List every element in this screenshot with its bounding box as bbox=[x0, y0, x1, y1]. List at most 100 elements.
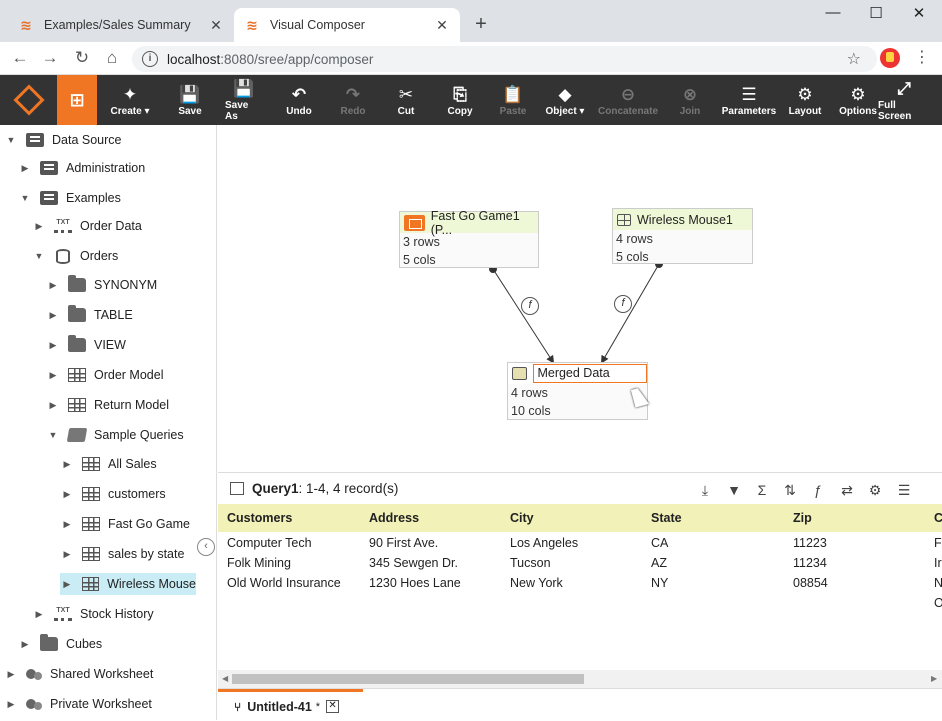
browser-menu-icon[interactable]: ⋮ bbox=[912, 47, 932, 67]
tree-item-view[interactable]: ▶VIEW bbox=[46, 334, 196, 356]
new-tab-button[interactable]: + bbox=[470, 13, 492, 36]
expanded-arrow-icon[interactable]: ▼ bbox=[46, 430, 60, 440]
close-tab-icon[interactable]: ✕ bbox=[208, 17, 224, 34]
join-button[interactable]: ⊗Join bbox=[675, 75, 705, 125]
node-merged-data[interactable]: Merged Data 4 rows 10 cols bbox=[507, 362, 648, 420]
tree-item-fast-go-game[interactable]: ▶Fast Go Game bbox=[60, 513, 196, 535]
parameters-button[interactable]: ☰Parameters bbox=[722, 75, 776, 125]
back-icon[interactable]: ← bbox=[8, 47, 32, 69]
worksheet-canvas[interactable]: Fast Go Game1 (P... 3 rows 5 cols Wirele… bbox=[218, 125, 942, 472]
scroll-right-icon[interactable]: ▶ bbox=[931, 674, 937, 683]
tree-item-synonym[interactable]: ▶SYNONYM bbox=[46, 274, 196, 296]
paste-button[interactable]: 📋Paste bbox=[500, 75, 526, 125]
copy-button[interactable]: ⎘Copy bbox=[447, 75, 473, 125]
table-row[interactable]: Old World Insurance1230 Hoes LaneNew Yor… bbox=[218, 573, 942, 593]
swap-icon[interactable]: ⇄ bbox=[838, 481, 856, 499]
column-header[interactable]: Address bbox=[369, 504, 419, 532]
undo-button[interactable]: ↶Undo bbox=[285, 75, 313, 125]
node-fast-go-game[interactable]: Fast Go Game1 (P... 3 rows 5 cols bbox=[399, 211, 539, 268]
tree-item-examples[interactable]: ▼Examples bbox=[18, 187, 196, 209]
collapsed-arrow-icon[interactable]: ▶ bbox=[60, 489, 74, 500]
options-button[interactable]: ⚙Options bbox=[840, 75, 876, 125]
collapsed-arrow-icon[interactable]: ▶ bbox=[60, 459, 74, 470]
collapsed-arrow-icon[interactable]: ▶ bbox=[32, 221, 46, 232]
tree-item-customers[interactable]: ▶customers bbox=[60, 483, 196, 505]
horizontal-scrollbar[interactable]: ◀ ▶ bbox=[218, 670, 942, 688]
worksheet-mode-icon[interactable]: ⊞ bbox=[57, 75, 97, 125]
url-field[interactable]: i localhost:8080/sree/app/composer ☆ bbox=[132, 46, 877, 72]
layout-button[interactable]: ⚙Layout bbox=[788, 75, 822, 125]
tree-item-data-source[interactable]: ▼Data Source bbox=[4, 129, 196, 151]
function-connector-icon[interactable]: f bbox=[521, 297, 539, 315]
tree-item-shared-worksheet[interactable]: ▶Shared Worksheet bbox=[4, 663, 196, 685]
tree-item-table[interactable]: ▶TABLE bbox=[46, 304, 196, 326]
browser-tab-sales-summary[interactable]: ≋ Examples/Sales Summary ✕ bbox=[8, 8, 234, 42]
group-icon[interactable]: ⚙ bbox=[866, 481, 884, 499]
concatenate-button[interactable]: ⊖Concatenate bbox=[598, 75, 658, 125]
tree-item-order-model[interactable]: ▶Order Model bbox=[46, 364, 196, 386]
tree-item-all-sales[interactable]: ▶All Sales bbox=[60, 453, 196, 475]
collapsed-arrow-icon[interactable]: ▶ bbox=[46, 340, 60, 351]
collapsed-arrow-icon[interactable]: ▶ bbox=[4, 699, 18, 710]
function-connector-icon[interactable]: f bbox=[614, 295, 632, 313]
collapsed-arrow-icon[interactable]: ▶ bbox=[60, 549, 74, 560]
save-as-button[interactable]: 💾Save As bbox=[225, 75, 263, 125]
tree-item-wireless-mouse[interactable]: ▶Wireless Mouse bbox=[60, 573, 196, 595]
tree-item-return-model[interactable]: ▶Return Model bbox=[46, 394, 196, 416]
tree-item-sales-by-state[interactable]: ▶sales by state bbox=[60, 543, 196, 565]
node-wireless-mouse[interactable]: Wireless Mouse1 4 rows 5 cols bbox=[612, 208, 753, 264]
object-button[interactable]: ◆Object ▾ bbox=[543, 75, 587, 125]
collapsed-arrow-icon[interactable]: ▶ bbox=[46, 310, 60, 321]
column-header[interactable]: Customers bbox=[227, 504, 292, 532]
tree-item-orders[interactable]: ▼Orders bbox=[32, 245, 196, 267]
sort-icon[interactable]: ⇅ bbox=[781, 481, 799, 499]
scrollbar-thumb[interactable] bbox=[232, 674, 584, 684]
save-button[interactable]: 💾Save bbox=[178, 75, 202, 125]
expanded-arrow-icon[interactable]: ▼ bbox=[32, 251, 46, 261]
column-header[interactable]: Zip bbox=[793, 504, 812, 532]
close-window-icon[interactable]: ✕ bbox=[896, 4, 942, 26]
column-header[interactable]: State bbox=[651, 504, 682, 532]
tree-item-administration[interactable]: ▶Administration bbox=[18, 157, 196, 179]
column-header[interactable]: C bbox=[934, 504, 942, 532]
full-screen-button[interactable]: ⤢Full Screen bbox=[878, 75, 930, 125]
table-row[interactable]: Folk Mining345 Sewgen Dr.TucsonAZ11234Ir bbox=[218, 553, 942, 573]
column-header[interactable]: City bbox=[510, 504, 534, 532]
redo-button[interactable]: ↷Redo bbox=[340, 75, 366, 125]
browser-tab-visual-composer[interactable]: ≋ Visual Composer ✕ bbox=[234, 8, 460, 42]
collapsed-arrow-icon[interactable]: ▶ bbox=[60, 519, 74, 530]
tree-item-stock-history[interactable]: ▶TXTStock History bbox=[32, 603, 196, 625]
table-row[interactable]: Computer Tech90 First Ave.Los AngelesCA1… bbox=[218, 533, 942, 553]
reload-icon[interactable]: ↻ bbox=[70, 47, 94, 69]
collapsed-arrow-icon[interactable]: ▶ bbox=[4, 669, 18, 680]
collapsed-arrow-icon[interactable]: ▶ bbox=[46, 400, 60, 411]
home-icon[interactable]: ⌂ bbox=[100, 47, 124, 69]
node-name-input[interactable]: Merged Data bbox=[533, 364, 647, 383]
maximize-icon[interactable]: ☐ bbox=[853, 4, 899, 26]
collapsed-arrow-icon[interactable]: ▶ bbox=[18, 163, 32, 174]
extension-icon[interactable] bbox=[880, 48, 900, 68]
collapsed-arrow-icon[interactable]: ▶ bbox=[32, 609, 46, 620]
table-row[interactable]: O bbox=[218, 593, 942, 613]
minimize-icon[interactable]: — bbox=[810, 4, 856, 26]
collapsed-arrow-icon[interactable]: ▶ bbox=[60, 579, 74, 590]
results-grid[interactable]: Customers Address City State Zip C Computer T… bbox=[218, 504, 942, 670]
collapsed-arrow-icon[interactable]: ▶ bbox=[46, 280, 60, 291]
site-info-icon[interactable]: i bbox=[142, 51, 158, 67]
sum-icon[interactable]: Σ bbox=[753, 481, 771, 499]
forward-icon[interactable]: → bbox=[38, 47, 62, 69]
collapsed-arrow-icon[interactable]: ▶ bbox=[18, 639, 32, 650]
close-tab-icon[interactable]: ✕ bbox=[326, 700, 339, 713]
tree-item-private-worksheet[interactable]: ▶Private Worksheet bbox=[4, 693, 196, 715]
tree-item-cubes[interactable]: ▶Cubes bbox=[18, 633, 196, 655]
create-button[interactable]: ✦Create ▾ bbox=[108, 75, 152, 125]
collapsed-arrow-icon[interactable]: ▶ bbox=[46, 370, 60, 381]
tree-item-sample-queries[interactable]: ▼Sample Queries bbox=[46, 424, 196, 446]
columns-icon[interactable]: ☰ bbox=[895, 481, 913, 499]
worksheet-tab[interactable]: ⑂ Untitled-41 * ✕ bbox=[218, 689, 363, 721]
download-icon[interactable]: ⤓ bbox=[696, 481, 714, 499]
expanded-arrow-icon[interactable]: ▼ bbox=[18, 193, 32, 203]
cut-button[interactable]: ✂Cut bbox=[395, 75, 417, 125]
bookmark-star-icon[interactable]: ☆ bbox=[847, 49, 861, 69]
formula-icon[interactable]: ƒ bbox=[809, 481, 827, 499]
